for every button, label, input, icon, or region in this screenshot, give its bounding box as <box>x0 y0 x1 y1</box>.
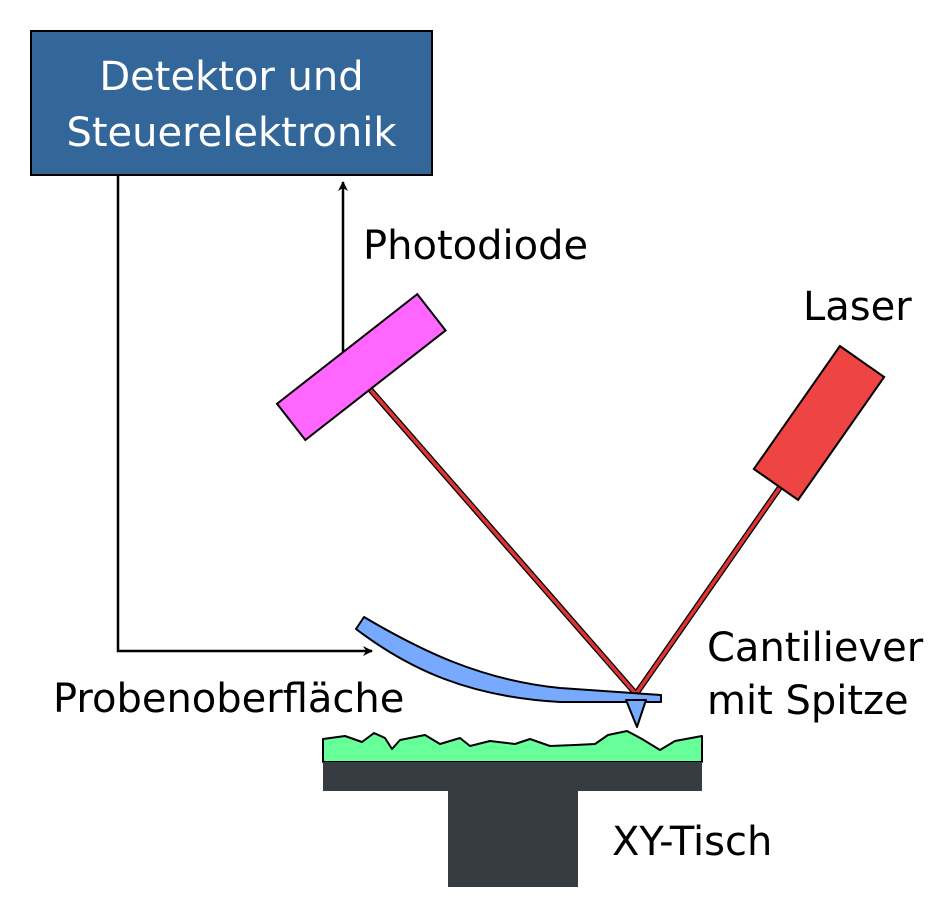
controller-label-line1: Detektor und <box>99 54 363 100</box>
sample-surface <box>322 730 703 763</box>
controller-label-line2: Steuerelektronik <box>66 110 397 156</box>
photodiode-label: Photodiode <box>363 223 588 269</box>
laser-source <box>752 344 886 502</box>
stage-top <box>323 762 702 791</box>
sample-surface-label: Probenoberfläche <box>53 676 404 722</box>
stage-column <box>448 790 578 887</box>
cantilever-tip <box>625 699 647 728</box>
cantilever-label-line2: mit Spitze <box>707 678 909 724</box>
laser-label: Laser <box>803 284 912 330</box>
afm-diagram: Detektor und Steuerelektronik Photodiode… <box>30 30 924 887</box>
stage-label: XY-Tisch <box>612 819 772 865</box>
controller-box: Detektor und Steuerelektronik <box>30 30 433 176</box>
cantilever-label-line1: Cantiliever <box>707 625 924 671</box>
photodiode <box>275 292 448 442</box>
